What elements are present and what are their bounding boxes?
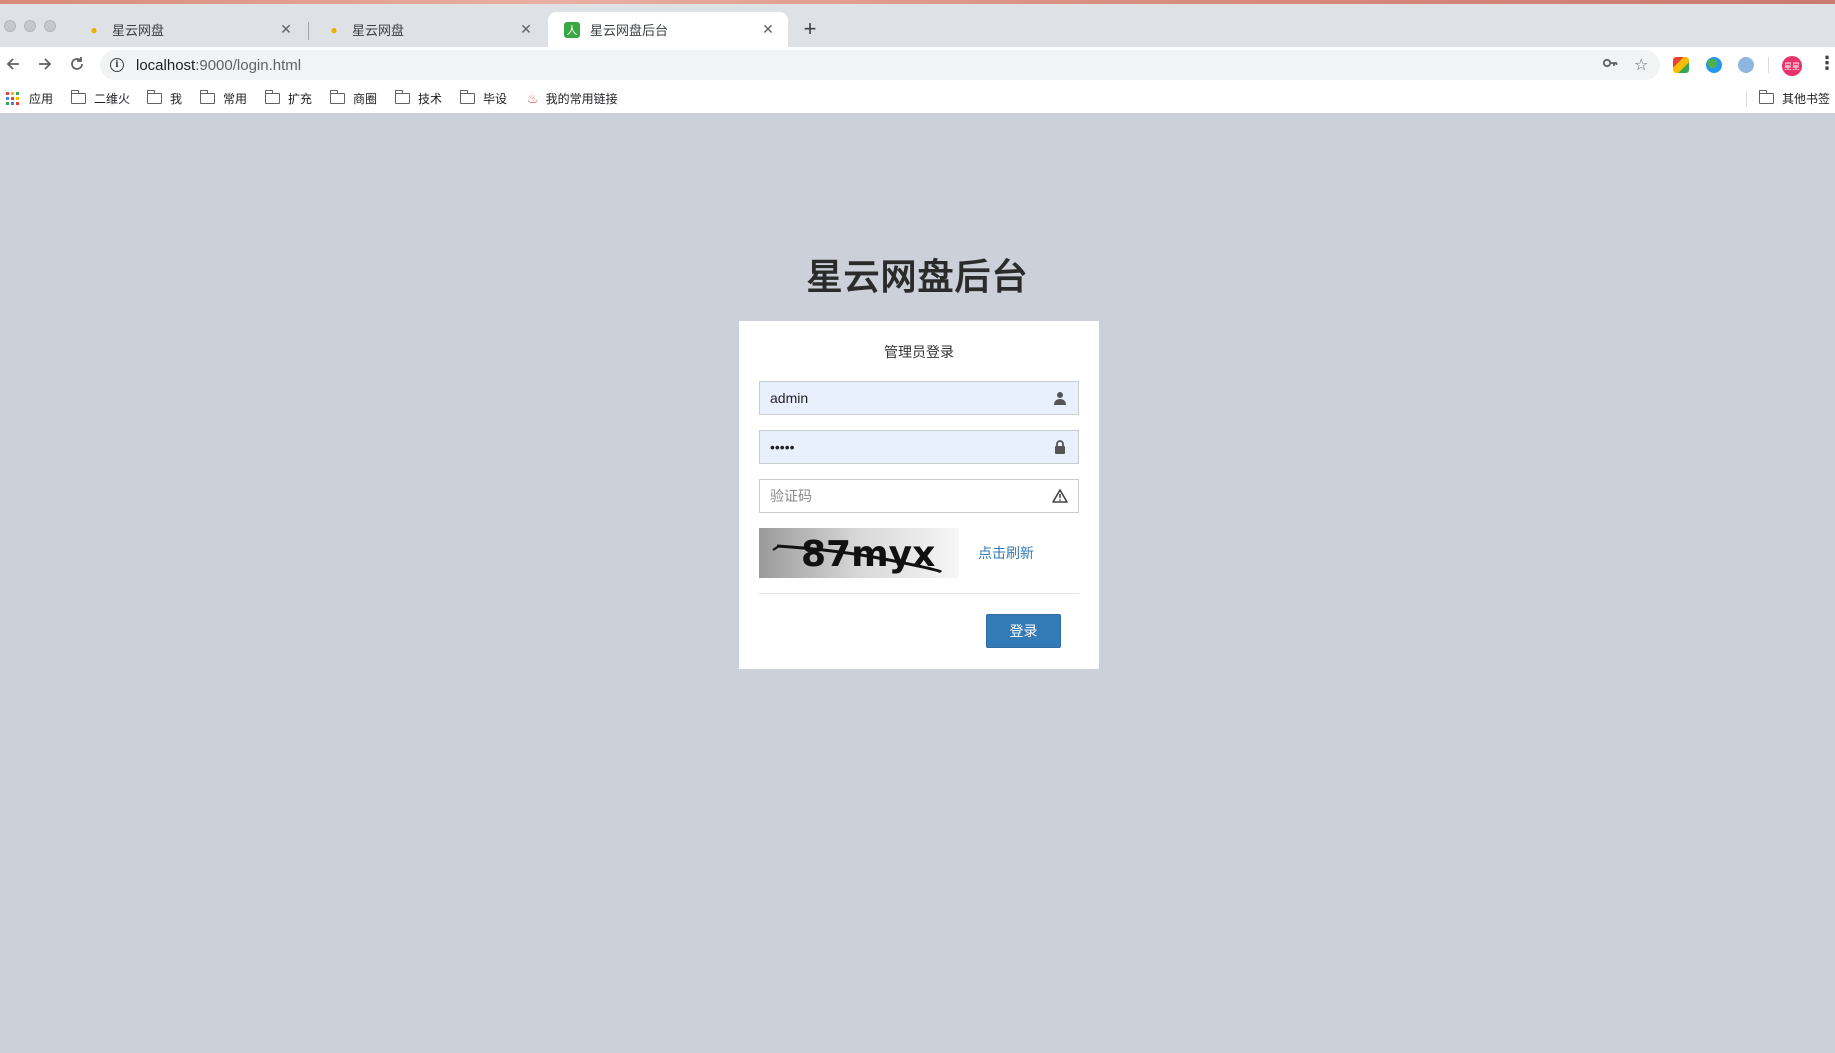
bookmark-label: 商圈 [353,92,378,106]
bookmark-apps[interactable]: 应用 [6,90,53,107]
tab-close-icon[interactable]: ✕ [278,21,294,38]
folder-icon [1759,90,1774,104]
lock-icon [1052,439,1068,455]
folder-icon [460,90,475,104]
tab-close-icon[interactable]: ✕ [518,21,534,38]
tab-title: 星云网盘后台 [590,23,669,38]
url-text[interactable]: localhost:9000/login.html [136,57,301,74]
tab-2[interactable]: ● 星云网盘 ✕ [310,12,546,47]
page-title: 星云网盘后台 [806,256,1029,297]
extension-3-icon[interactable] [1738,57,1754,73]
refresh-captcha-link[interactable]: 点击刷新 [978,543,1034,563]
bookmark-label: 毕设 [483,92,508,106]
extension-1-icon[interactable] [1673,57,1689,73]
tab-separator [308,22,309,40]
username-field[interactable] [759,381,1079,415]
toolbar-divider [1768,57,1769,73]
tab-3-active[interactable]: 人 星云网盘后台 ✕ [548,12,788,47]
folder-icon [200,90,215,104]
browser-toolbar: i localhost:9000/login.html ☆ 星星 ⋮ [0,47,1835,83]
bookmarks-bar: 应用 二维火 我 常用 扩充 商圈 技术 毕设 ♨ 我的常用链接 其他书签 [0,83,1835,114]
bookmark-label: 我的常用链接 [545,92,618,106]
warning-icon [1052,488,1068,504]
bookmark-folder[interactable]: 扩充 [265,90,312,107]
tab-1[interactable]: ● 星云网盘 ✕ [70,12,306,47]
bookmark-label: 我 [170,92,183,106]
bookmark-star-icon[interactable]: ☆ [1634,55,1648,75]
captcha-text: 87myx [801,534,935,575]
pear-icon: ● [330,22,338,37]
bookmark-folder[interactable]: 毕设 [460,90,507,107]
window-close-control[interactable] [4,20,16,32]
bookmark-link[interactable]: ♨ 我的常用链接 [527,90,618,107]
bookmark-label: 其他书签 [1782,92,1831,106]
bookmark-folder[interactable]: 我 [147,90,182,107]
forward-arrow-icon[interactable] [34,53,56,75]
apps-grid-icon [6,91,20,106]
user-icon [1052,390,1068,406]
captcha-field[interactable] [759,479,1079,513]
login-subtitle: 管理员登录 [884,344,954,360]
bookmark-label: 二维火 [94,92,131,106]
address-bar[interactable]: i localhost:9000/login.html [100,50,1660,80]
bookmark-label: 扩充 [288,92,313,106]
tab-close-icon[interactable]: ✕ [760,21,776,38]
login-card: 管理员登录 87myx [739,321,1099,669]
bookmarks-divider [1746,91,1747,107]
captcha-input[interactable] [770,488,1052,504]
form-divider [759,593,1079,594]
key-icon[interactable] [1602,55,1618,76]
bookmark-folder[interactable]: 技术 [395,90,442,107]
new-tab-button[interactable]: + [798,18,822,40]
globe-extension-icon[interactable] [1706,57,1722,73]
password-input[interactable] [770,439,1052,455]
bookmark-folder[interactable]: 常用 [200,90,247,107]
tab-title: 星云网盘 [112,23,165,38]
bookmark-folder[interactable]: 商圈 [330,90,377,107]
reload-icon[interactable] [66,53,88,75]
person-icon: 人 [564,21,580,38]
window-minimize-control[interactable] [24,20,36,32]
window-zoom-control[interactable] [44,20,56,32]
bookmark-label: 技术 [418,92,443,106]
username-input[interactable] [770,390,1052,406]
folder-icon [395,90,410,104]
bookmark-label: 常用 [223,92,248,106]
flame-icon: ♨ [527,90,539,106]
bookmark-label: 应用 [29,92,54,106]
folder-icon [330,90,345,104]
site-info-icon[interactable]: i [110,58,124,72]
back-arrow-icon[interactable] [2,53,24,75]
tab-bar: ● 星云网盘 ✕ ● 星云网盘 ✕ 人 星云网盘后台 ✕ + [0,4,1835,47]
folder-icon [71,90,86,104]
folder-icon [265,90,280,104]
bookmark-folder[interactable]: 二维火 [71,90,130,107]
captcha-image[interactable]: 87myx [759,528,959,578]
tab-title: 星云网盘 [352,23,405,38]
pear-icon: ● [90,22,98,37]
profile-avatar[interactable]: 星星 [1782,56,1802,76]
login-button[interactable]: 登录 [986,614,1061,648]
folder-icon [147,90,162,104]
browser-menu-icon[interactable]: ⋮ [1818,53,1835,74]
bookmark-other-folder[interactable]: 其他书签 [1759,90,1830,107]
password-field[interactable] [759,430,1079,464]
